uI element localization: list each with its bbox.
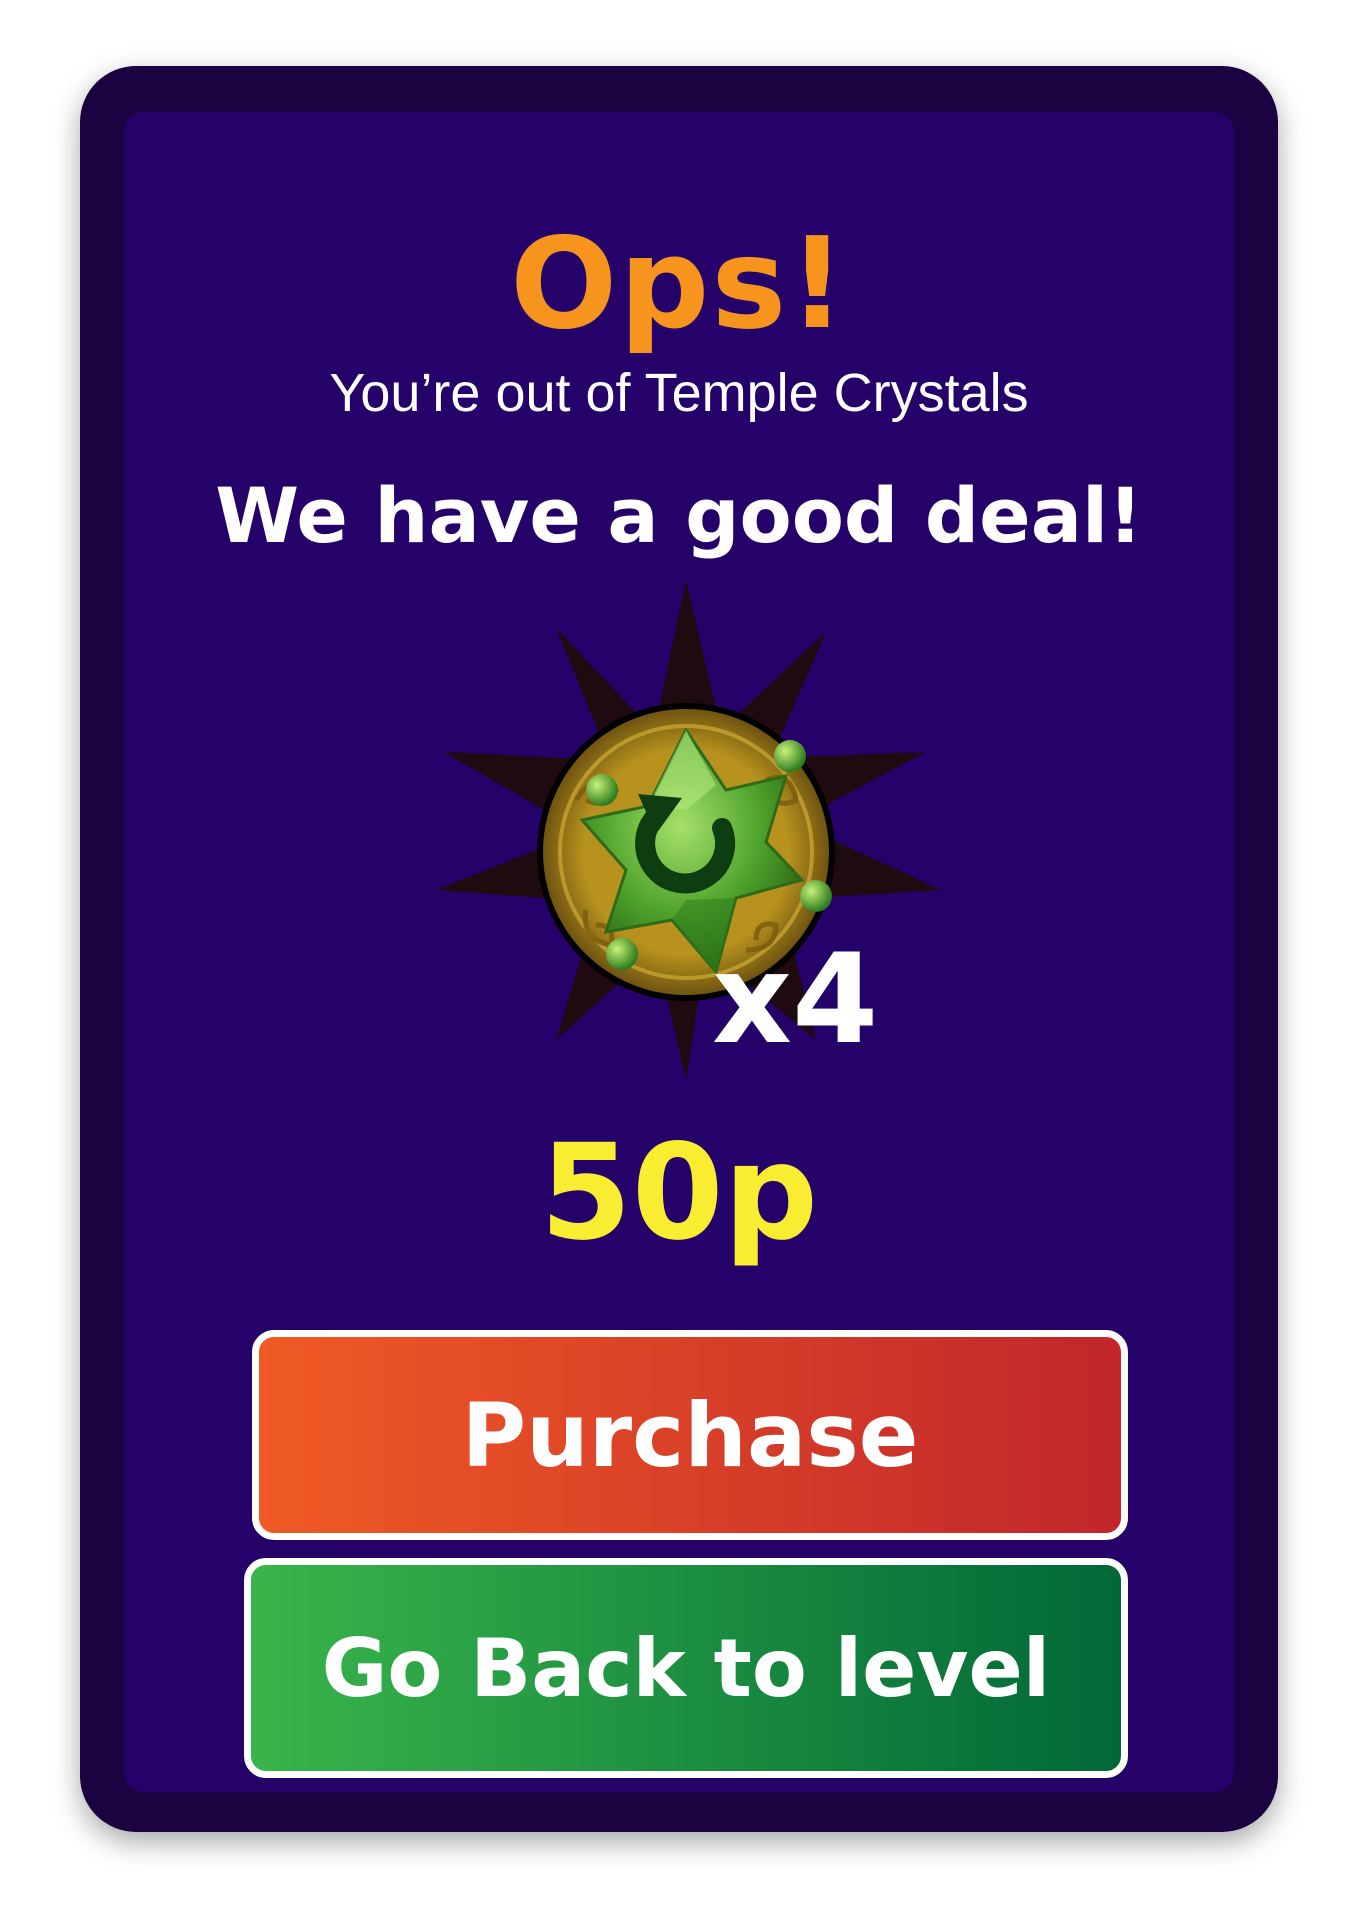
purchase-button[interactable]: Purchase xyxy=(252,1330,1128,1540)
popup-panel: Ops! You’re out of Temple Crystals We ha… xyxy=(124,112,1234,1792)
popup-frame: Ops! You’re out of Temple Crystals We ha… xyxy=(80,66,1278,1832)
deal-heading: We have a good deal! xyxy=(215,471,1143,560)
price-label: 50p xyxy=(539,1116,819,1270)
go-back-button-label: Go Back to level xyxy=(321,1621,1051,1715)
temple-crystal-refresh-icon xyxy=(436,580,941,1080)
popup-title: Ops! xyxy=(510,210,848,357)
purchase-button-label: Purchase xyxy=(461,1383,919,1487)
go-back-to-level-button[interactable]: Go Back to level xyxy=(244,1558,1128,1778)
item-multiplier: x4 xyxy=(712,928,879,1072)
popup-subtitle: You’re out of Temple Crystals xyxy=(329,363,1029,423)
